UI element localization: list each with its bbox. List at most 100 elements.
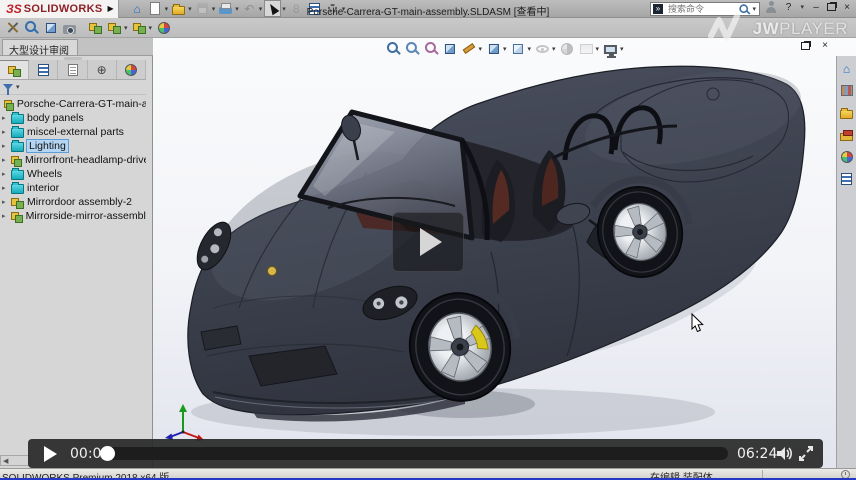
command-search[interactable]: » ▾ bbox=[650, 2, 760, 16]
selective-open-icon[interactable] bbox=[106, 19, 123, 36]
tree-item-label: Wheels bbox=[27, 168, 62, 180]
view-settings-icon[interactable] bbox=[602, 40, 619, 57]
zoom-fit-icon[interactable] bbox=[384, 40, 401, 57]
tree-item[interactable]: ▸ Lighting bbox=[0, 139, 146, 153]
propertymanager-tab-icon bbox=[35, 61, 52, 78]
tree-item[interactable]: ▸ interior bbox=[0, 181, 146, 195]
commandmanager-tabs: 大型设计审阅 bbox=[0, 38, 153, 56]
heads-up-view-toolbar: ▾▾▾▾▾▾ bbox=[384, 40, 624, 57]
edit-component-icon[interactable] bbox=[155, 19, 172, 36]
car-model bbox=[153, 56, 856, 468]
player-control-bar: 00:02 06:24 bbox=[28, 439, 823, 468]
tree-item-label: interior bbox=[27, 182, 59, 194]
tree-filter[interactable]: ▾ bbox=[0, 80, 146, 95]
video-frame: ЗS SOLIDWORKS ▶ ⌂▾▾▾▾↶▾▾8▾ Porsche-Carre… bbox=[0, 0, 856, 480]
big-play-button[interactable] bbox=[392, 212, 464, 272]
tree-item[interactable]: ▸ body panels bbox=[0, 111, 146, 125]
tree-item[interactable]: Porsche-Carrera-GT-main-assembly bbox=[0, 97, 146, 111]
folder-icon bbox=[11, 142, 24, 152]
configurationmanager-tab[interactable] bbox=[58, 60, 87, 79]
volume-button[interactable] bbox=[776, 446, 795, 461]
open-in-position-icon[interactable] bbox=[131, 19, 148, 36]
expand-arrow-icon[interactable]: ▸ bbox=[2, 114, 11, 122]
display-style-icon[interactable] bbox=[509, 40, 526, 57]
progress-knob[interactable] bbox=[100, 446, 115, 461]
progress-track[interactable] bbox=[102, 447, 728, 460]
expand-arrow-icon[interactable]: ▸ bbox=[2, 128, 11, 136]
expand-arrow-icon[interactable]: ▸ bbox=[2, 156, 11, 164]
review-tools-icon[interactable] bbox=[4, 19, 21, 36]
search-input[interactable] bbox=[666, 3, 736, 15]
tree-item-label: Lighting bbox=[26, 139, 69, 153]
displaymanager-tab[interactable] bbox=[117, 60, 146, 79]
expand-arrow-icon[interactable]: ▸ bbox=[2, 142, 11, 150]
folder-icon bbox=[11, 184, 24, 194]
ds-logo-mark: ЗS bbox=[6, 2, 22, 16]
tree-item[interactable]: ▸Mirrorfront-headlamp-driver-as bbox=[0, 153, 146, 167]
section-view-icon[interactable] bbox=[441, 40, 458, 57]
titlebar: ЗS SOLIDWORKS ▶ ⌂▾▾▾▾↶▾▾8▾ Porsche-Carre… bbox=[0, 0, 856, 18]
tree-item-label: Mirrorside-mirror-assembly-2 bbox=[26, 210, 146, 222]
search-badge-icon: » bbox=[653, 4, 663, 14]
expand-arrow-icon[interactable]: ▸ bbox=[2, 198, 11, 206]
folder-icon bbox=[11, 128, 24, 138]
dimxpert-tab-icon: ⊕ bbox=[93, 61, 110, 78]
tree-item[interactable]: ▸Mirrordoor assembly-2 bbox=[0, 195, 146, 209]
duration-time: 06:24 bbox=[737, 446, 777, 462]
expand-arrow-icon[interactable]: ▸ bbox=[2, 184, 11, 192]
expand-arrow-icon[interactable]: ▸ bbox=[2, 212, 11, 220]
zoom-area-icon[interactable] bbox=[403, 40, 420, 57]
measure-icon[interactable] bbox=[460, 40, 477, 57]
tree-item[interactable]: ▸ Mirrorside-mirror-assembly-2 bbox=[0, 209, 146, 223]
assembly-icon bbox=[11, 210, 23, 223]
tab-large-design-review[interactable]: 大型设计审阅 bbox=[2, 39, 78, 55]
snapshot-icon[interactable] bbox=[61, 19, 78, 36]
tree-item[interactable]: ▸ Wheels bbox=[0, 167, 146, 181]
minimize-button[interactable]: – bbox=[809, 2, 823, 13]
dimxpert-tab[interactable]: ⊕ bbox=[88, 60, 117, 79]
featuremanager-panel: ⊕ ▾ Porsche-Carrera-GT-main-assembly ▸ bod… bbox=[0, 56, 153, 468]
apply-scene-icon[interactable] bbox=[578, 40, 595, 57]
play-button[interactable] bbox=[44, 446, 57, 462]
doc-close-button[interactable]: × bbox=[818, 40, 832, 51]
measure-icon[interactable] bbox=[23, 19, 40, 36]
large-design-review-toolbar: ▾▾ bbox=[0, 18, 856, 38]
undo-button[interactable]: ↶ bbox=[241, 0, 258, 17]
restore-button[interactable] bbox=[827, 3, 836, 11]
horizontal-scrollbar[interactable]: ◀ bbox=[0, 455, 30, 466]
fullscreen-button[interactable] bbox=[798, 446, 814, 461]
open-document-button[interactable] bbox=[170, 0, 187, 17]
hide-show-items-icon[interactable] bbox=[534, 40, 551, 57]
home-button[interactable]: ⌂ bbox=[129, 0, 146, 17]
new-document-button[interactable] bbox=[147, 0, 164, 17]
close-button[interactable]: × bbox=[840, 2, 854, 13]
featuremanager-tab-icon bbox=[6, 62, 23, 79]
help-button[interactable]: ? bbox=[781, 2, 795, 13]
login-icon[interactable] bbox=[765, 1, 777, 13]
porsche-crest bbox=[268, 267, 277, 276]
folder-icon bbox=[11, 114, 24, 124]
select-button[interactable] bbox=[264, 0, 281, 17]
print-button[interactable] bbox=[217, 0, 234, 17]
home-snapshot-icon[interactable] bbox=[87, 19, 104, 36]
assembly-icon bbox=[4, 98, 14, 111]
previous-view-icon[interactable] bbox=[422, 40, 439, 57]
tree-item-label: body panels bbox=[27, 112, 84, 124]
graphics-area[interactable]: ▾▾▾▾▾▾ × ⌂ bbox=[153, 38, 856, 468]
search-icon[interactable] bbox=[740, 4, 750, 14]
rebuild-button[interactable]: 8 bbox=[288, 0, 305, 17]
tree-item[interactable]: ▸miscel-external parts bbox=[0, 125, 146, 139]
edit-appearance-icon[interactable] bbox=[559, 40, 576, 57]
document-window-controls: × bbox=[801, 40, 832, 51]
doc-restore-button[interactable] bbox=[801, 42, 810, 50]
expand-arrow-icon[interactable]: ▸ bbox=[2, 170, 11, 178]
view-orientation-icon[interactable] bbox=[485, 40, 502, 57]
featuremanager-tab[interactable] bbox=[0, 60, 29, 79]
propertymanager-tab[interactable] bbox=[29, 60, 58, 79]
play-icon bbox=[420, 228, 442, 256]
tree-item-label: Porsche-Carrera-GT-main-assembly bbox=[17, 98, 146, 110]
logo-expand-arrow[interactable]: ▶ bbox=[108, 4, 114, 13]
section-view-icon[interactable] bbox=[42, 19, 59, 36]
save-button[interactable] bbox=[194, 0, 211, 17]
configurationmanager-tab-icon bbox=[64, 61, 81, 78]
